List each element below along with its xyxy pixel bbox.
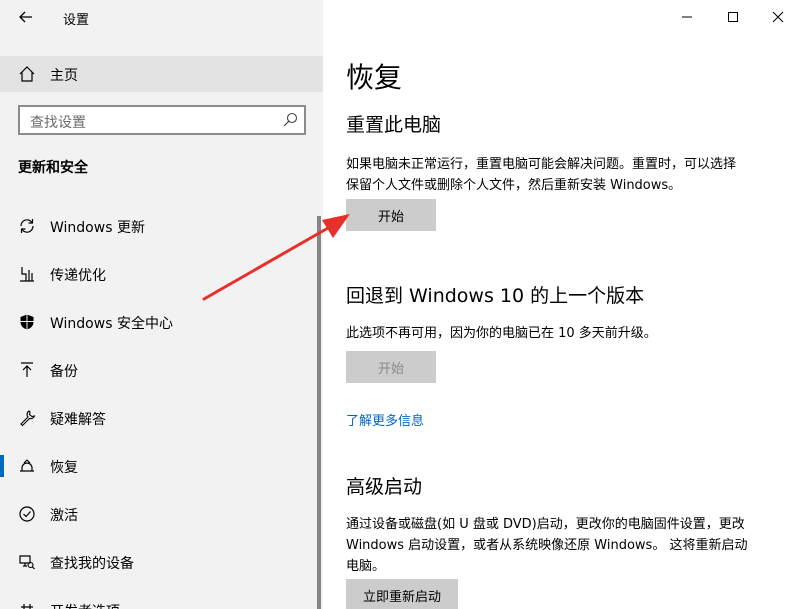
check-circle-icon: [19, 506, 35, 522]
selected-indicator: [0, 455, 4, 477]
advanced-description-line: 通过设备或磁盘(如 U 盘或 DVD)启动，更改你的电脑固件设置，更改: [346, 517, 745, 532]
sidebar-item-label: 恢复: [50, 460, 78, 476]
sidebar-item-delivery-optimization[interactable]: 传递优化: [0, 254, 323, 294]
search-input[interactable]: 查找设置: [18, 105, 306, 135]
developer-icon: [21, 604, 33, 609]
sidebar-item-label: 开发者选项: [50, 601, 120, 609]
reset-description: 如果电脑未正常运行，重置电脑可能会解决问题。重置时，可以选择 保留个人文件或删除…: [346, 154, 736, 196]
restart-now-button[interactable]: 立即重新启动: [346, 579, 458, 609]
find-device-icon: [19, 555, 35, 570]
reset-start-button[interactable]: 开始: [346, 199, 436, 231]
sidebar-scrollbar[interactable]: [317, 216, 321, 609]
advanced-description-line: 电脑。: [346, 559, 386, 574]
sidebar-item-backup[interactable]: 备份: [0, 350, 323, 390]
minimize-icon: [682, 16, 692, 18]
shield-icon: [20, 314, 34, 330]
app-title: 设置: [63, 13, 90, 28]
search-icon: [283, 112, 298, 127]
page-title: 恢复: [346, 61, 403, 94]
sidebar-item-label: Windows 更新: [50, 220, 145, 236]
advanced-startup-description: 通过设备或磁盘(如 U 盘或 DVD)启动，更改你的电脑固件设置，更改 Wind…: [346, 514, 747, 577]
reset-description-line: 保留个人文件或删除个人文件，然后重新安装 Windows。: [346, 178, 682, 193]
maximize-icon: [728, 12, 738, 22]
sidebar: 设置 主页 查找设置 更新和安全 Windows 更新 传递优化 Windows…: [0, 0, 323, 609]
maximize-button[interactable]: [710, 2, 756, 32]
sidebar-item-recovery[interactable]: 恢复: [0, 446, 323, 486]
sidebar-item-label: 疑难解答: [50, 412, 106, 428]
close-button[interactable]: [755, 2, 801, 32]
recovery-icon: [20, 459, 34, 472]
rollback-heading: 回退到 Windows 10 的上一个版本: [346, 285, 645, 307]
refresh-icon: [20, 219, 34, 233]
advanced-startup-heading: 高级启动: [346, 476, 423, 498]
sidebar-item-label: 查找我的设备: [50, 556, 134, 572]
backup-arrow-icon: [21, 362, 33, 377]
minimize-button[interactable]: [664, 2, 710, 32]
section-heading: 更新和安全: [18, 160, 88, 176]
sidebar-item-troubleshoot[interactable]: 疑难解答: [0, 398, 323, 438]
sidebar-item-label: 主页: [50, 68, 78, 84]
sidebar-item-windows-security[interactable]: Windows 安全中心: [0, 302, 323, 342]
sidebar-item-label: 激活: [50, 508, 78, 524]
reset-description-line: 如果电脑未正常运行，重置电脑可能会解决问题。重置时，可以选择: [346, 157, 737, 172]
delivery-optimization-icon: [20, 267, 34, 282]
back-arrow-icon: [19, 11, 32, 23]
rollback-description: 此选项不再可用，因为你的电脑已在 10 多天前升级。: [346, 326, 657, 341]
reset-heading: 重置此电脑: [346, 114, 442, 136]
sidebar-item-home[interactable]: 主页: [0, 56, 323, 92]
back-button[interactable]: [12, 6, 40, 28]
sidebar-item-windows-update[interactable]: Windows 更新: [0, 206, 323, 246]
advanced-description-line: Windows 启动设置，或者从系统映像还原 Windows。 这将重新启动: [346, 538, 748, 553]
sidebar-item-label: 备份: [50, 364, 78, 380]
rollback-start-button[interactable]: 开始: [346, 351, 436, 383]
close-icon: [772, 11, 784, 23]
sidebar-item-label: Windows 安全中心: [50, 316, 173, 332]
sidebar-item-developer[interactable]: 开发者选项: [0, 590, 323, 609]
search-placeholder: 查找设置: [30, 115, 86, 131]
sidebar-item-find-my-device[interactable]: 查找我的设备: [0, 542, 323, 582]
wrench-icon: [20, 410, 36, 427]
title-bar: 设置: [0, 0, 323, 34]
sidebar-item-activation[interactable]: 激活: [0, 494, 323, 534]
home-icon: [19, 66, 35, 82]
learn-more-link[interactable]: 了解更多信息: [346, 410, 424, 429]
sidebar-item-label: 传递优化: [50, 268, 106, 284]
